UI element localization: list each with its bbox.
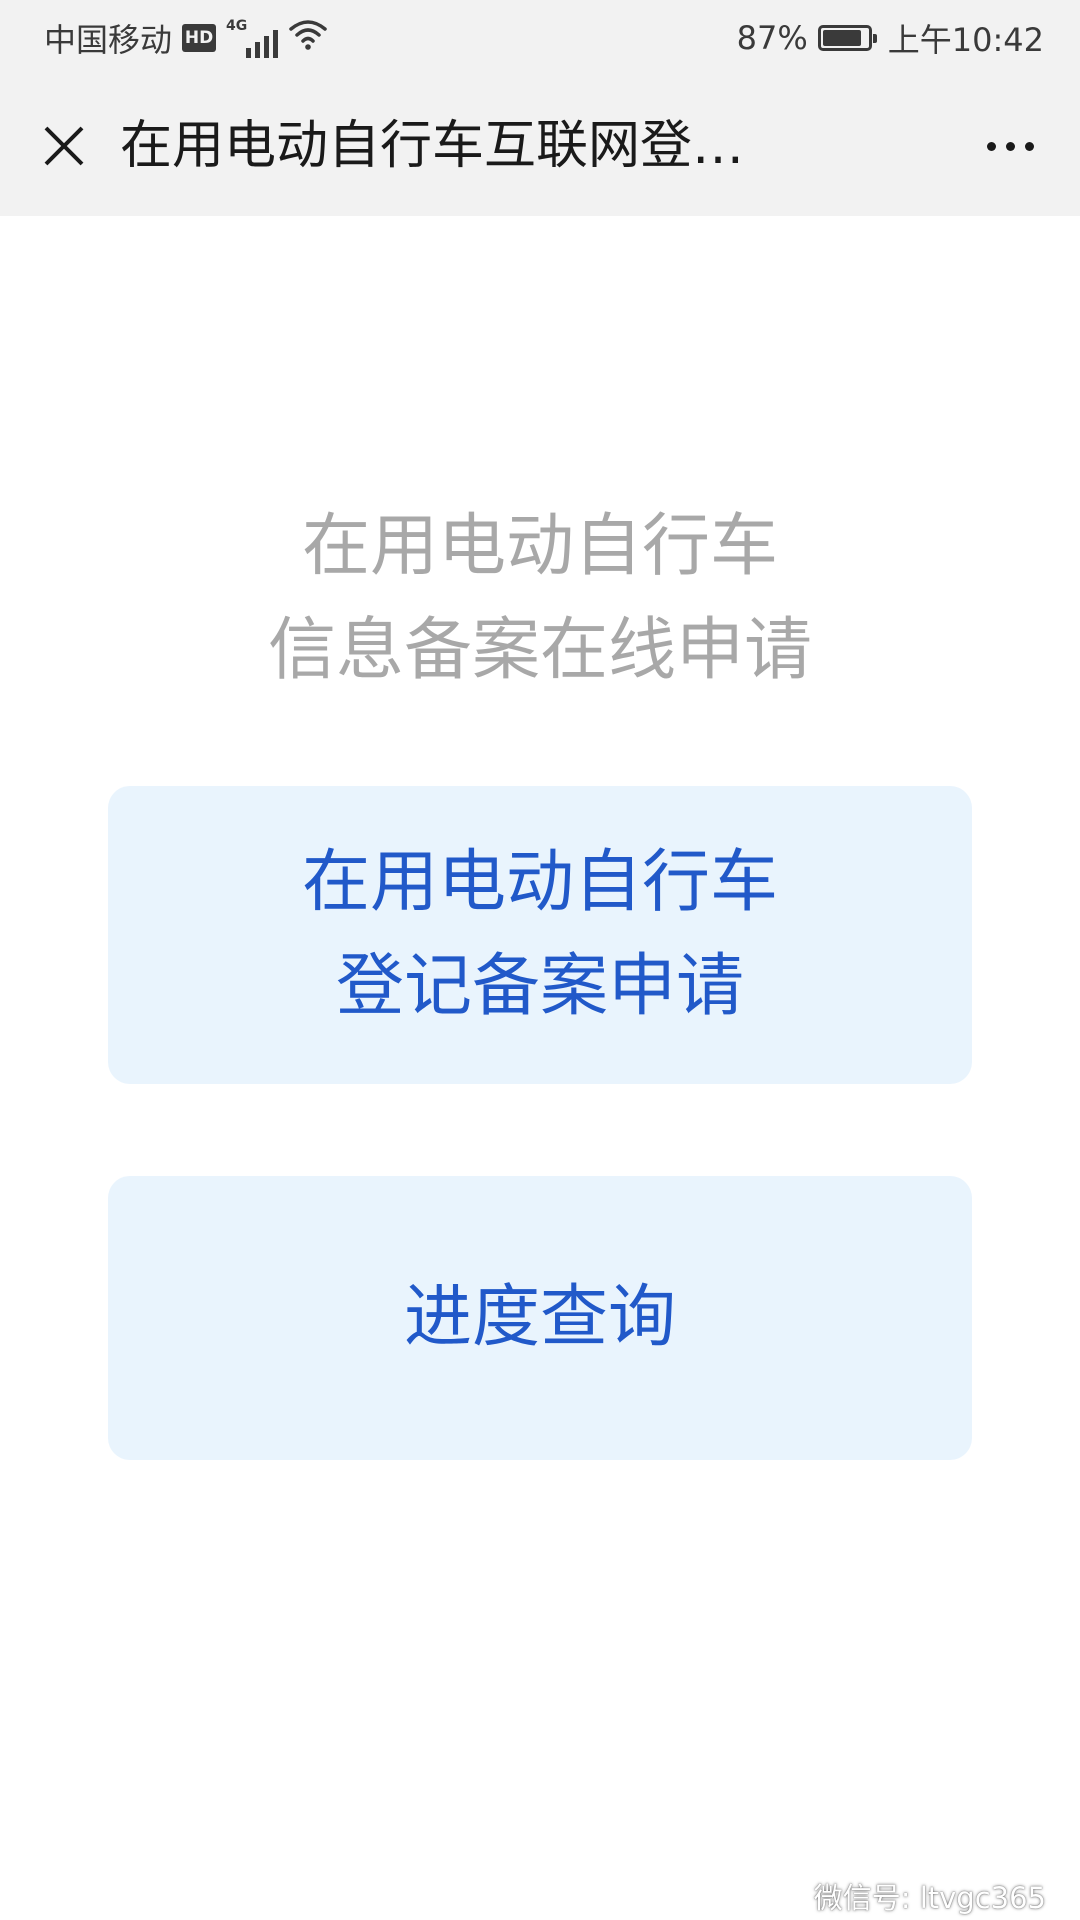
page-heading: 在用电动自行车 信息备案在线申请 [0,495,1080,703]
progress-query-button[interactable]: 进度查询 [108,1176,972,1460]
close-button[interactable] [28,110,100,182]
more-icon-dot [1005,141,1015,151]
wechat-icon [766,1881,804,1911]
status-bar: 中国移动 HD 4G 87% 上午10:42 [0,0,1080,76]
progress-button-label: 进度查询 [403,1278,676,1357]
battery-level-fill [822,30,861,46]
register-button-line-1: 在用电动自行车 [301,843,778,922]
4g-signal-icon: 4G [226,18,279,58]
heading-line-2: 信息备案在线申请 [267,611,812,690]
register-button-line-2: 登记备案申请 [335,947,744,1026]
more-icon-dot [1024,141,1034,151]
register-application-button[interactable]: 在用电动自行车 登记备案申请 [108,786,972,1084]
more-icon-dot [986,141,996,151]
heading-line-1: 在用电动自行车 [301,507,778,586]
wifi-icon [288,17,328,59]
watermark: 微信号: ltvgc365 [766,1874,1046,1918]
network-type-label: 4G [226,18,248,34]
hd-badge: HD [182,24,217,52]
watermark-text: 微信号: ltvgc365 [813,1881,1046,1915]
status-left-group: 中国移动 HD 4G [44,14,328,62]
title-bar: 在用电动自行车互联网登… [0,76,1080,216]
close-icon [44,126,84,166]
carrier-label: 中国移动 [44,21,173,59]
battery-icon [817,25,877,51]
status-right-group: 87% 上午10:42 [737,14,1044,62]
battery-percent: 87% [736,19,808,57]
more-button[interactable] [970,110,1050,182]
clock: 上午10:42 [887,21,1044,59]
page-title: 在用电动自行车互联网登… [120,116,745,176]
